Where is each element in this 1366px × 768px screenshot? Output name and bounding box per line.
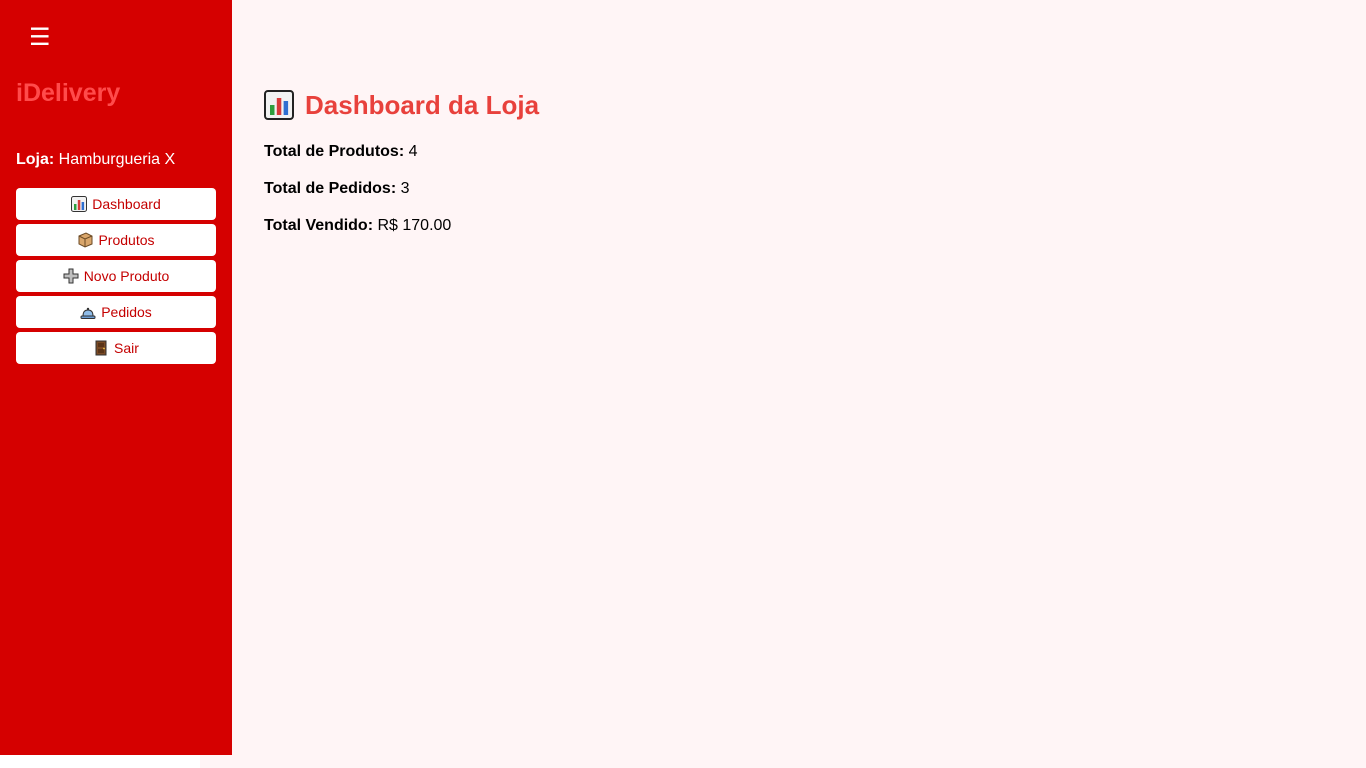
stat-value: 3 xyxy=(400,180,410,197)
bar-chart-icon xyxy=(264,90,294,120)
stat-value: 4 xyxy=(408,143,418,160)
stat-value: R$ 170.00 xyxy=(377,217,452,234)
sidebar-item-dashboard[interactable]: Dashboard xyxy=(16,188,216,220)
brand-title: iDelivery xyxy=(16,79,121,107)
sidebar: ☰ iDelivery Loja: Hamburgueria X Dashboa… xyxy=(0,0,232,755)
door-icon xyxy=(93,340,109,356)
stat-total-vendido: Total Vendido: R$ 170.00 xyxy=(264,216,451,236)
page-title-text: Dashboard da Loja xyxy=(305,90,540,120)
sidebar-item-novo-produto[interactable]: Novo Produto xyxy=(16,260,216,292)
sidebar-item-label: Novo Produto xyxy=(83,268,170,284)
bar-chart-icon xyxy=(71,196,88,212)
sidebar-item-sair[interactable]: Sair xyxy=(16,332,216,364)
bottom-strip xyxy=(0,755,200,768)
sidebar-item-label: Produtos xyxy=(98,232,155,248)
sidebar-item-produtos[interactable]: Produtos xyxy=(16,224,216,256)
box-icon xyxy=(77,232,93,248)
sidebar-nav: Dashboard Produtos Novo Produto Pedidos … xyxy=(16,188,216,368)
stat-label: Total de Produtos: xyxy=(264,143,405,160)
main-content: Dashboard da Loja Total de Produtos: 4 T… xyxy=(264,88,539,234)
stat-label: Total de Pedidos: xyxy=(264,180,397,197)
sidebar-item-label: Dashboard xyxy=(92,196,161,212)
sidebar-item-pedidos[interactable]: Pedidos xyxy=(16,296,216,328)
sidebar-item-label: Sair xyxy=(114,340,139,356)
stat-total-produtos: Total de Produtos: 4 xyxy=(264,142,418,162)
plus-icon xyxy=(63,268,79,284)
store-info: Loja: Hamburgueria X xyxy=(16,150,175,170)
store-name: Hamburgueria X xyxy=(58,151,176,168)
stat-label: Total Vendido: xyxy=(264,217,374,234)
sidebar-item-label: Pedidos xyxy=(101,304,152,320)
page-title: Dashboard da Loja xyxy=(264,88,539,122)
hamburger-icon[interactable]: ☰ xyxy=(29,24,51,50)
store-label: Loja: xyxy=(16,151,55,168)
tray-icon xyxy=(80,304,96,320)
stat-total-pedidos: Total de Pedidos: 3 xyxy=(264,179,410,199)
